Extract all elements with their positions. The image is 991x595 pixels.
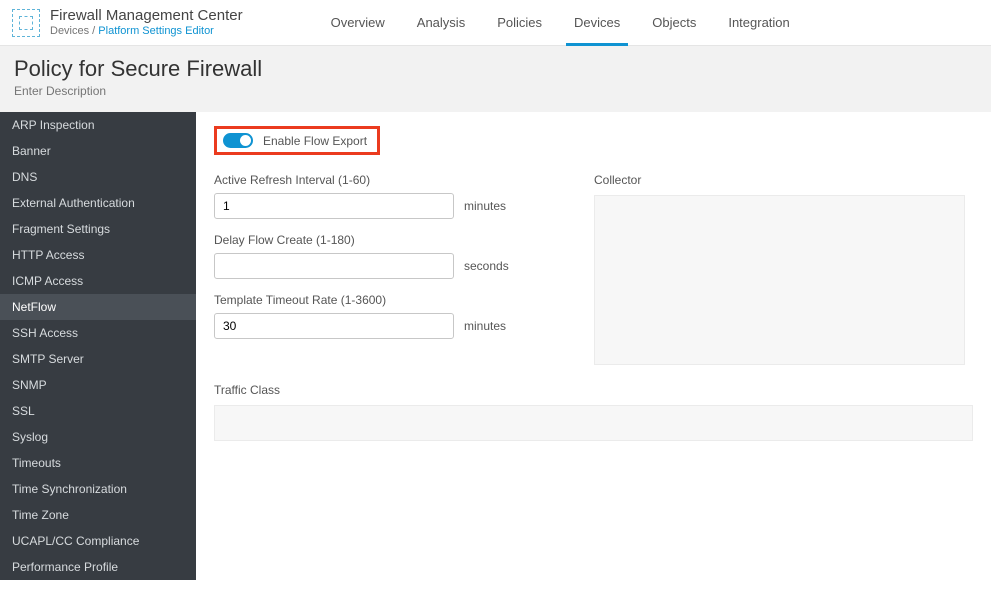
sidebar-item-performance-profile[interactable]: Performance Profile bbox=[0, 554, 196, 580]
nav-devices[interactable]: Devices bbox=[558, 0, 636, 45]
toggle-knob bbox=[239, 134, 252, 147]
breadcrumb-current[interactable]: Platform Settings Editor bbox=[98, 25, 214, 37]
main-layout: ARP InspectionBannerDNSExternal Authenti… bbox=[0, 112, 991, 580]
template-timeout-unit: minutes bbox=[464, 319, 506, 333]
active-refresh-input[interactable] bbox=[214, 193, 454, 219]
breadcrumb-sep: / bbox=[89, 25, 98, 37]
sidebar-item-timeouts[interactable]: Timeouts bbox=[0, 450, 196, 476]
nav-objects[interactable]: Objects bbox=[636, 0, 712, 45]
enable-flow-export-label: Enable Flow Export bbox=[263, 134, 367, 148]
delay-flow-input[interactable] bbox=[214, 253, 454, 279]
template-timeout-row: minutes bbox=[214, 313, 554, 339]
right-column: Collector bbox=[594, 173, 973, 365]
delay-flow-label: Delay Flow Create (1-180) bbox=[214, 233, 554, 247]
enable-flow-export-row: Enable Flow Export bbox=[214, 126, 380, 155]
sidebar-item-time-synchronization[interactable]: Time Synchronization bbox=[0, 476, 196, 502]
sidebar-item-dns[interactable]: DNS bbox=[0, 164, 196, 190]
traffic-class-label: Traffic Class bbox=[214, 383, 973, 397]
active-refresh-field: Active Refresh Interval (1-60) minutes bbox=[214, 173, 554, 219]
breadcrumb: Devices / Platform Settings Editor bbox=[50, 25, 243, 37]
sidebar-item-smtp-server[interactable]: SMTP Server bbox=[0, 346, 196, 372]
policy-subheader: Policy for Secure Firewall Enter Descrip… bbox=[0, 46, 991, 112]
delay-flow-row: seconds bbox=[214, 253, 554, 279]
template-timeout-input[interactable] bbox=[214, 313, 454, 339]
sidebar-item-ssh-access[interactable]: SSH Access bbox=[0, 320, 196, 346]
top-nav: OverviewAnalysisPoliciesDevicesObjectsIn… bbox=[315, 0, 806, 45]
collector-panel[interactable] bbox=[594, 195, 965, 365]
title-block: Firewall Management Center Devices / Pla… bbox=[50, 8, 243, 38]
active-refresh-row: minutes bbox=[214, 193, 554, 219]
breadcrumb-parent[interactable]: Devices bbox=[50, 25, 89, 37]
logo-block: Firewall Management Center Devices / Pla… bbox=[0, 8, 255, 38]
collector-label: Collector bbox=[594, 173, 965, 187]
sidebar-item-fragment-settings[interactable]: Fragment Settings bbox=[0, 216, 196, 242]
sidebar-item-http-access[interactable]: HTTP Access bbox=[0, 242, 196, 268]
left-column: Active Refresh Interval (1-60) minutes D… bbox=[214, 173, 554, 365]
sidebar-item-banner[interactable]: Banner bbox=[0, 138, 196, 164]
sidebar-item-snmp[interactable]: SNMP bbox=[0, 372, 196, 398]
sidebar-item-time-zone[interactable]: Time Zone bbox=[0, 502, 196, 528]
nav-analysis[interactable]: Analysis bbox=[401, 0, 481, 45]
nav-policies[interactable]: Policies bbox=[481, 0, 558, 45]
sidebar-item-icmp-access[interactable]: ICMP Access bbox=[0, 268, 196, 294]
template-timeout-field: Template Timeout Rate (1-3600) minutes bbox=[214, 293, 554, 339]
traffic-class-section: Traffic Class bbox=[214, 383, 973, 441]
form-columns: Active Refresh Interval (1-60) minutes D… bbox=[214, 173, 973, 365]
delay-flow-unit: seconds bbox=[464, 259, 509, 273]
enable-flow-export-toggle[interactable] bbox=[223, 133, 253, 148]
traffic-class-panel[interactable] bbox=[214, 405, 973, 441]
sidebar-item-external-authentication[interactable]: External Authentication bbox=[0, 190, 196, 216]
delay-flow-field: Delay Flow Create (1-180) seconds bbox=[214, 233, 554, 279]
settings-sidebar: ARP InspectionBannerDNSExternal Authenti… bbox=[0, 112, 196, 580]
sidebar-item-arp-inspection[interactable]: ARP Inspection bbox=[0, 112, 196, 138]
template-timeout-label: Template Timeout Rate (1-3600) bbox=[214, 293, 554, 307]
content-area: Enable Flow Export Active Refresh Interv… bbox=[196, 112, 991, 580]
policy-title: Policy for Secure Firewall bbox=[14, 56, 977, 82]
app-title: Firewall Management Center bbox=[50, 8, 243, 25]
nav-integration[interactable]: Integration bbox=[712, 0, 805, 45]
active-refresh-unit: minutes bbox=[464, 199, 506, 213]
sidebar-item-ucapl-cc-compliance[interactable]: UCAPL/CC Compliance bbox=[0, 528, 196, 554]
sidebar-item-netflow[interactable]: NetFlow bbox=[0, 294, 196, 320]
app-header: Firewall Management Center Devices / Pla… bbox=[0, 0, 991, 46]
sidebar-item-syslog[interactable]: Syslog bbox=[0, 424, 196, 450]
nav-overview[interactable]: Overview bbox=[315, 0, 401, 45]
app-logo-inner bbox=[19, 16, 33, 30]
sidebar-item-ssl[interactable]: SSL bbox=[0, 398, 196, 424]
active-refresh-label: Active Refresh Interval (1-60) bbox=[214, 173, 554, 187]
app-logo-icon bbox=[12, 9, 40, 37]
policy-description[interactable]: Enter Description bbox=[14, 84, 977, 98]
